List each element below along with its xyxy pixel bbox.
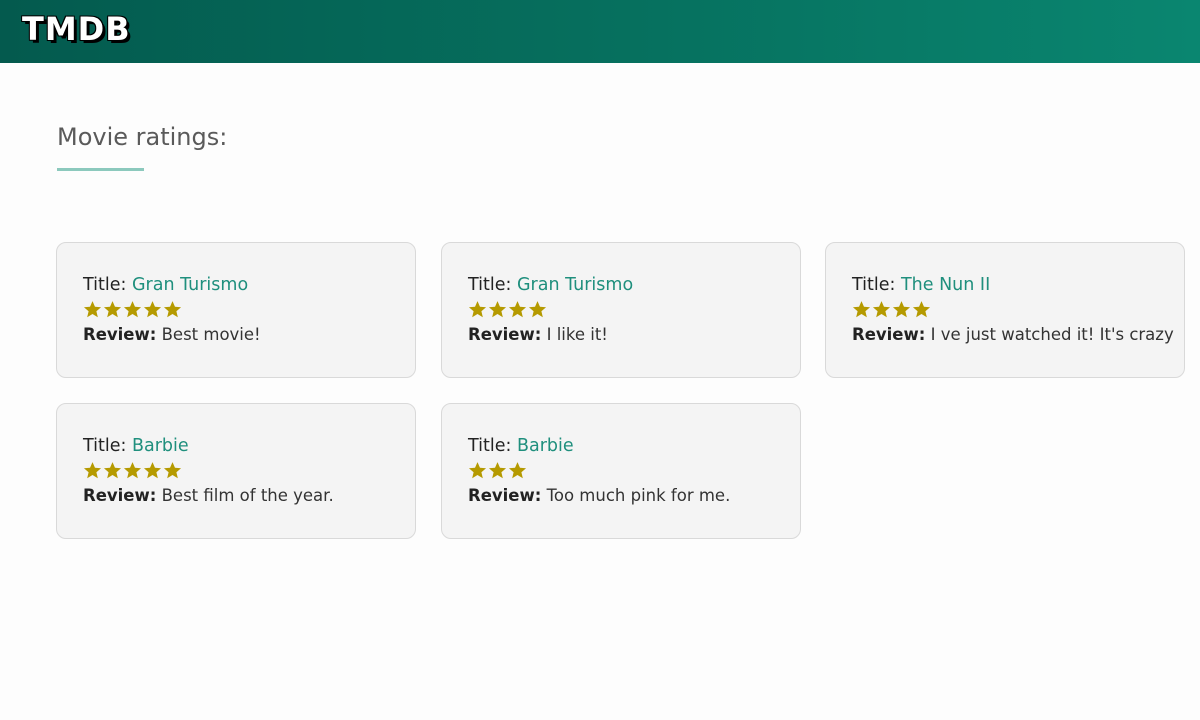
review-label: Review: [468, 486, 542, 505]
star-rating [468, 300, 774, 320]
movie-title: Barbie [131, 436, 189, 456]
card-review-row: Review: I like it! [468, 324, 774, 346]
title-label: Title: [83, 275, 127, 295]
rating-card: Title: Barbie Review: Too much pink for … [441, 403, 801, 539]
star-rating [852, 300, 1158, 320]
review-text: Best movie! [161, 325, 261, 344]
title-label: Title: [852, 275, 896, 295]
movie-title: Gran Turismo [131, 275, 249, 295]
star-icon [103, 301, 122, 318]
title-label: Title: [468, 436, 512, 456]
star-icon [123, 462, 142, 479]
rating-card: Title: Gran Turismo Review: Best movie! [56, 242, 416, 378]
star-icon [912, 301, 931, 318]
card-title-row: Title: Gran Turismo [83, 273, 389, 297]
star-icon [123, 301, 142, 318]
movie-title: Gran Turismo [516, 275, 634, 295]
star-icon [103, 462, 122, 479]
card-review-row: Review: I ve just watched it! It's crazy [852, 324, 1174, 346]
review-label: Review: [468, 325, 542, 344]
movie-title: The Nun II [900, 275, 991, 295]
top-navigation-bar: TMDB [0, 0, 1200, 63]
card-review-row: Review: Best film of the year. [83, 485, 389, 507]
star-icon [872, 301, 891, 318]
star-icon [163, 301, 182, 318]
card-title-row: Title: Gran Turismo [468, 273, 774, 297]
star-rating [83, 461, 389, 481]
rating-card: Title: Barbie Review: Best film of the y… [56, 403, 416, 539]
star-icon [852, 301, 871, 318]
card-title-row: Title: The Nun II [852, 273, 1158, 297]
star-icon [528, 301, 547, 318]
title-label: Title: [468, 275, 512, 295]
review-label: Review: [852, 325, 926, 344]
star-icon [488, 462, 507, 479]
review-text: I like it! [546, 325, 608, 344]
page-title: Movie ratings: [57, 123, 228, 151]
star-icon [508, 301, 527, 318]
movie-title: Barbie [516, 436, 574, 456]
title-label: Title: [83, 436, 127, 456]
review-text: Best film of the year. [161, 486, 334, 505]
card-title-row: Title: Barbie [468, 434, 774, 458]
review-text: I ve just watched it! It's crazy [930, 325, 1174, 344]
star-icon [508, 462, 527, 479]
star-icon [488, 301, 507, 318]
review-label: Review: [83, 325, 157, 344]
card-review-row: Review: Too much pink for me. [468, 485, 774, 507]
card-review-row: Review: Best movie! [83, 324, 389, 346]
card-title-row: Title: Barbie [83, 434, 389, 458]
star-icon [143, 462, 162, 479]
star-icon [468, 462, 487, 479]
star-rating [83, 300, 389, 320]
star-icon [163, 462, 182, 479]
star-icon [83, 462, 102, 479]
star-icon [892, 301, 911, 318]
review-text: Too much pink for me. [546, 486, 731, 505]
review-label: Review: [83, 486, 157, 505]
star-icon [468, 301, 487, 318]
rating-card: Title: The Nun II Review: I ve just watc… [825, 242, 1185, 378]
star-icon [83, 301, 102, 318]
site-logo[interactable]: TMDB [22, 10, 131, 48]
title-underline [57, 168, 144, 171]
star-icon [143, 301, 162, 318]
rating-card: Title: Gran Turismo Review: I like it! [441, 242, 801, 378]
star-rating [468, 461, 774, 481]
